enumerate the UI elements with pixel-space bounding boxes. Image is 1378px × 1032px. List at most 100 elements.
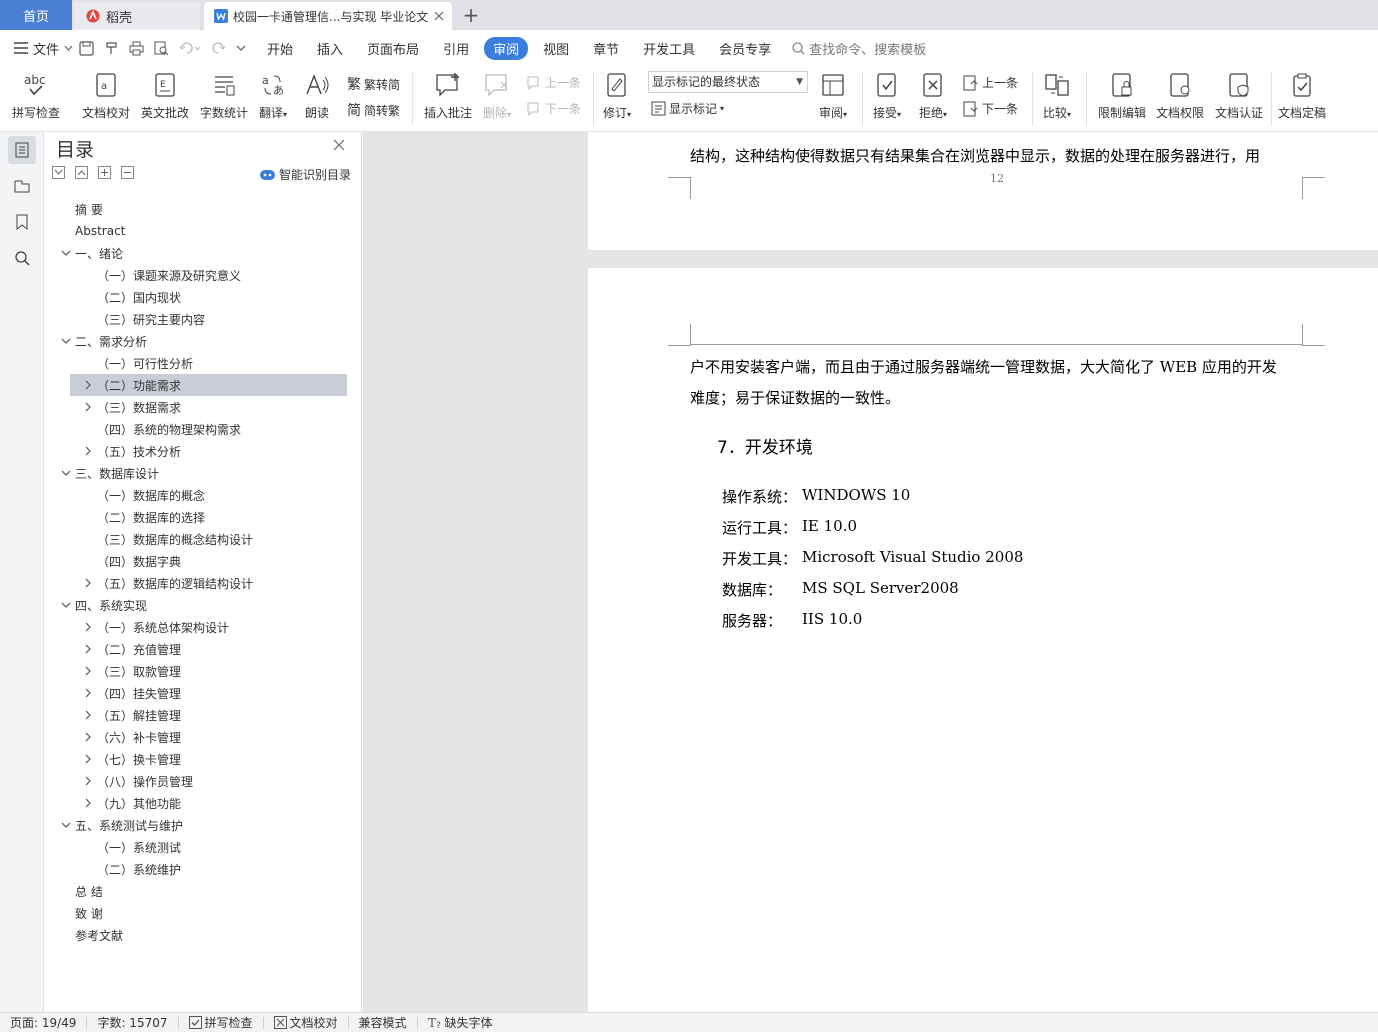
delete-comment-button[interactable]: 删除▾ bbox=[482, 70, 512, 121]
accept-button[interactable]: 接受▾ bbox=[872, 70, 902, 121]
next-change-button[interactable]: 下一条 bbox=[963, 100, 1018, 117]
toc-item[interactable]: （九）其他功能 bbox=[46, 792, 362, 814]
toc-item[interactable]: 参考文献 bbox=[46, 924, 362, 946]
toc-item[interactable]: （五）解挂管理 bbox=[46, 704, 362, 726]
chevron-down-icon[interactable] bbox=[61, 468, 71, 478]
doc-permission-button[interactable]: 文档权限 bbox=[1156, 70, 1204, 121]
chevron-right-icon[interactable] bbox=[83, 754, 93, 764]
close-tab-icon[interactable] bbox=[434, 11, 444, 21]
close-icon[interactable] bbox=[333, 139, 345, 151]
toc-item[interactable]: 四、系统实现 bbox=[46, 594, 362, 616]
prev-change-button[interactable]: 上一条 bbox=[963, 74, 1018, 91]
toc-item[interactable]: （一）课题来源及研究意义 bbox=[46, 264, 362, 286]
print-preview-icon[interactable] bbox=[154, 41, 169, 56]
toc-item[interactable]: （六）补卡管理 bbox=[46, 726, 362, 748]
toc-item[interactable]: 二、需求分析 bbox=[46, 330, 362, 352]
menu-tab-0[interactable]: 开始 bbox=[258, 37, 302, 60]
chevron-down-icon[interactable] bbox=[61, 820, 71, 830]
menu-tab-5[interactable]: 视图 bbox=[534, 37, 578, 60]
menu-tab-6[interactable]: 章节 bbox=[584, 37, 628, 60]
toc-item[interactable]: （二）数据库的选择 bbox=[46, 506, 362, 528]
chevron-right-icon[interactable] bbox=[83, 402, 93, 412]
command-search[interactable]: 查找命令、搜索模板 bbox=[792, 39, 926, 58]
en-review-button[interactable]: E 英文批改 bbox=[141, 70, 189, 121]
revise-button[interactable]: 修订▾ bbox=[602, 70, 632, 121]
next-comment-button[interactable]: 下一条 bbox=[526, 100, 581, 117]
toc-item[interactable]: （四）数据字典 bbox=[46, 550, 362, 572]
insert-comment-button[interactable]: 插入批注 bbox=[424, 70, 472, 121]
toc-item[interactable]: （二）国内现状 bbox=[46, 286, 362, 308]
word-count-button[interactable]: 字数统计 bbox=[200, 70, 248, 121]
save-icon[interactable] bbox=[79, 40, 94, 56]
file-menu[interactable]: 文件 bbox=[14, 39, 73, 58]
doc-proof-button[interactable]: a 文档校对 bbox=[82, 70, 130, 121]
chapter-nav-button[interactable] bbox=[8, 172, 36, 200]
format-painter-icon[interactable] bbox=[104, 41, 119, 56]
compare-button[interactable]: 比较▾ bbox=[1042, 70, 1072, 121]
chevron-right-icon[interactable] bbox=[83, 666, 93, 676]
bookmark-button[interactable] bbox=[8, 208, 36, 236]
chevron-right-icon[interactable] bbox=[83, 446, 93, 456]
menu-tab-1[interactable]: 插入 bbox=[308, 37, 352, 60]
chevron-right-icon[interactable] bbox=[83, 644, 93, 654]
tab-home[interactable]: 首页 bbox=[0, 0, 72, 30]
toc-item[interactable]: （一）系统测试 bbox=[46, 836, 362, 858]
chevron-right-icon[interactable] bbox=[83, 798, 93, 808]
chevron-down-icon[interactable] bbox=[61, 248, 71, 258]
toc-item[interactable]: 五、系统测试与维护 bbox=[46, 814, 362, 836]
status-spell-check[interactable]: 拼写检查 bbox=[188, 1014, 253, 1031]
simp-to-trad-button[interactable]: 简简转繁 bbox=[347, 100, 400, 120]
toc-item[interactable]: （三）研究主要内容 bbox=[46, 308, 362, 330]
plus-icon[interactable] bbox=[98, 166, 111, 179]
prev-comment-button[interactable]: 上一条 bbox=[526, 74, 581, 91]
toc-item[interactable]: （一）可行性分析 bbox=[46, 352, 362, 374]
undo-icon[interactable] bbox=[179, 41, 201, 56]
toc-item[interactable]: 三、数据库设计 bbox=[46, 462, 362, 484]
missing-font-button[interactable]: T? 缺失字体 bbox=[428, 1014, 493, 1031]
expand-all-icon[interactable] bbox=[52, 166, 65, 179]
chevron-down-icon[interactable] bbox=[61, 600, 71, 610]
toc-item[interactable]: （一）数据库的概念 bbox=[46, 484, 362, 506]
print-icon[interactable] bbox=[129, 41, 144, 56]
trad-to-simp-button[interactable]: 繁繁转简 bbox=[347, 74, 400, 94]
toc-item[interactable]: （二）充值管理 bbox=[46, 638, 362, 660]
toc-item[interactable]: （八）操作员管理 bbox=[46, 770, 362, 792]
tab-document[interactable]: 校园一卡通管理信...与实现 毕业论文 bbox=[204, 2, 452, 30]
review-pane-button[interactable]: 审阅▾ bbox=[818, 70, 848, 121]
reject-button[interactable]: 拒绝▾ bbox=[918, 70, 948, 121]
toc-item[interactable]: （四）系统的物理架构需求 bbox=[46, 418, 362, 440]
show-markup-button[interactable]: 显示标记 ▾ bbox=[651, 100, 724, 117]
toc-item[interactable]: （四）挂失管理 bbox=[46, 682, 362, 704]
doc-cert-button[interactable]: 文档认证 bbox=[1215, 70, 1263, 121]
find-button[interactable] bbox=[8, 244, 36, 272]
toc-item[interactable]: 摘 要 bbox=[46, 198, 362, 220]
toc-item[interactable]: 致 谢 bbox=[46, 902, 362, 924]
menu-tab-2[interactable]: 页面布局 bbox=[358, 37, 428, 60]
chevron-right-icon[interactable] bbox=[83, 622, 93, 632]
redo-icon[interactable] bbox=[211, 41, 226, 56]
translate-button[interactable]: aあ 翻译▾ bbox=[258, 70, 288, 121]
chevron-right-icon[interactable] bbox=[83, 380, 93, 390]
word-count-indicator[interactable]: 字数: 15707 bbox=[97, 1014, 167, 1031]
spell-check-button[interactable]: abc 拼写检查 bbox=[12, 70, 60, 121]
toc-item[interactable]: Abstract bbox=[46, 220, 362, 242]
customize-toolbar-icon[interactable] bbox=[236, 43, 246, 53]
restrict-edit-button[interactable]: 限制编辑 bbox=[1098, 70, 1146, 121]
chevron-right-icon[interactable] bbox=[83, 688, 93, 698]
chevron-right-icon[interactable] bbox=[83, 710, 93, 720]
menu-tab-7[interactable]: 开发工具 bbox=[634, 37, 704, 60]
toc-item[interactable]: 总 结 bbox=[46, 880, 362, 902]
toc-item[interactable]: （三）取款管理 bbox=[46, 660, 362, 682]
toc-item[interactable]: （一）系统总体架构设计 bbox=[46, 616, 362, 638]
read-aloud-button[interactable]: 朗读 bbox=[302, 70, 332, 121]
toc-item[interactable]: （七）换卡管理 bbox=[46, 748, 362, 770]
status-doc-proof[interactable]: 文档校对 bbox=[273, 1014, 338, 1031]
tab-daoke[interactable]: 稻壳 bbox=[74, 2, 200, 30]
toc-item[interactable]: （五）数据库的逻辑结构设计 bbox=[46, 572, 362, 594]
doc-finalize-button[interactable]: 文档定稿 bbox=[1278, 70, 1326, 121]
toc-item[interactable]: （三）数据库的概念结构设计 bbox=[46, 528, 362, 550]
minus-icon[interactable] bbox=[121, 166, 134, 179]
toc-item[interactable]: （二）功能需求 bbox=[70, 374, 347, 396]
smart-toc-button[interactable]: 智能识别目录 bbox=[260, 166, 351, 183]
toc-item[interactable]: （二）系统维护 bbox=[46, 858, 362, 880]
